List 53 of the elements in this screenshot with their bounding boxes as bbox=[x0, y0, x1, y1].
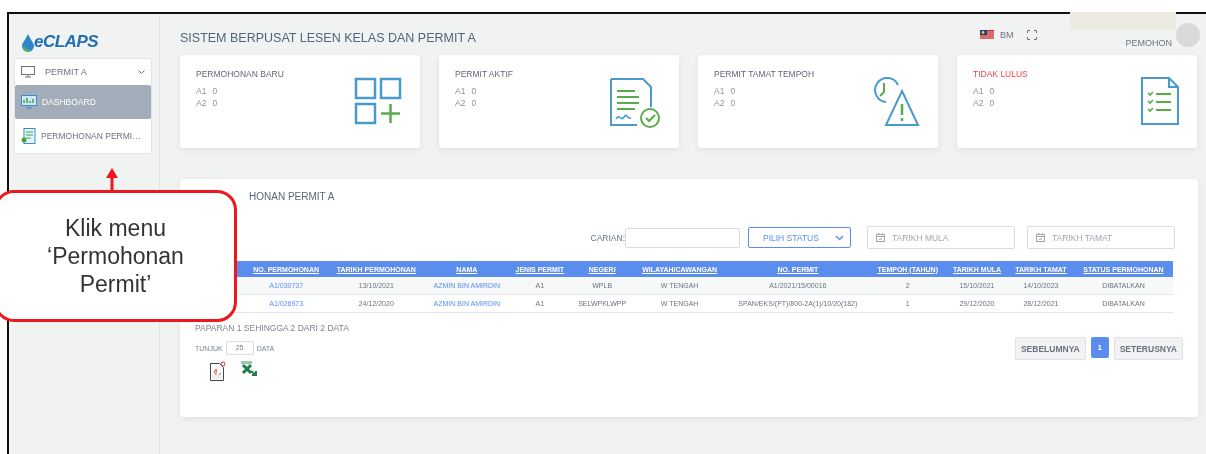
row-label: A2 bbox=[714, 97, 725, 109]
row-label: A2 bbox=[455, 97, 466, 109]
previous-button[interactable]: SEBELUMNYA bbox=[1014, 337, 1086, 360]
monitor-icon bbox=[21, 66, 35, 78]
count: 0 bbox=[212, 85, 218, 97]
search-label: CARIAN: bbox=[590, 232, 625, 243]
sidebar-item[interactable]: DASHBOARD bbox=[15, 85, 151, 119]
excel-icon[interactable] bbox=[241, 361, 259, 377]
next-button[interactable]: SETERUSNYA bbox=[1113, 337, 1183, 360]
callout-text: Klik menu ‘Permohonan Permit’ bbox=[47, 214, 184, 298]
card-title: PERMIT TAMAT TEMPOH bbox=[714, 69, 815, 79]
count: 0 bbox=[471, 97, 477, 109]
row-label: A1 bbox=[196, 85, 207, 97]
card-title: TIDAK LULUS bbox=[973, 69, 1028, 79]
summary-text: PAPARAN 1 SEHINGGA 2 DARI 2 DATA bbox=[195, 323, 350, 333]
row-label: A2 bbox=[196, 97, 207, 109]
water-drop-icon bbox=[22, 34, 34, 52]
fullscreen-icon[interactable] bbox=[1027, 29, 1038, 40]
pdf-icon[interactable] bbox=[210, 361, 226, 381]
row-label: A1 bbox=[973, 85, 984, 97]
page-button[interactable]: 1 bbox=[1090, 337, 1109, 358]
calendar-icon bbox=[1036, 233, 1045, 242]
checklist-icon bbox=[1141, 77, 1179, 125]
panel-title: HONAN PERMIT A bbox=[248, 191, 336, 202]
menu-header[interactable]: PERMIT A bbox=[15, 59, 151, 85]
chevron-icon bbox=[835, 234, 844, 241]
card-title: PERMOHONAN BARU bbox=[196, 69, 284, 79]
add-grid-icon bbox=[354, 77, 402, 125]
count: 0 bbox=[471, 85, 477, 97]
date-field[interactable]: TARIKH TAMAT bbox=[1027, 226, 1175, 249]
count: 0 bbox=[212, 97, 218, 109]
dashboard-icon bbox=[21, 95, 37, 109]
search-field[interactable] bbox=[625, 227, 740, 248]
count: 0 bbox=[730, 97, 736, 109]
count: 0 bbox=[730, 85, 736, 97]
card-title: PERMIT AKTIF bbox=[455, 69, 513, 79]
user-name[interactable]: PEMOHON bbox=[1125, 38, 1172, 49]
flag-icon bbox=[980, 30, 994, 39]
date-field[interactable]: TARIKH MULA bbox=[867, 226, 1015, 249]
chevron-icon bbox=[138, 69, 145, 75]
sidebar-item[interactable]: PERMOHONAN PERMI… bbox=[15, 119, 151, 153]
language-toggle[interactable]: BM bbox=[1000, 29, 1014, 40]
row-label: A1 bbox=[455, 85, 466, 97]
count: 0 bbox=[989, 85, 995, 97]
signed-document-icon bbox=[609, 77, 661, 129]
row-label: A2 bbox=[973, 97, 984, 109]
row-label: A1 bbox=[714, 85, 725, 97]
calendar-icon bbox=[876, 233, 885, 242]
logo: eCLAPS bbox=[34, 32, 99, 52]
form-icon bbox=[21, 128, 36, 144]
count: 0 bbox=[989, 97, 995, 109]
status-dropdown[interactable]: PILIH STATUS bbox=[748, 227, 851, 248]
page-title: SISTEM BERPUSAT LESEN KELAS DAN PERMIT A bbox=[180, 29, 477, 45]
